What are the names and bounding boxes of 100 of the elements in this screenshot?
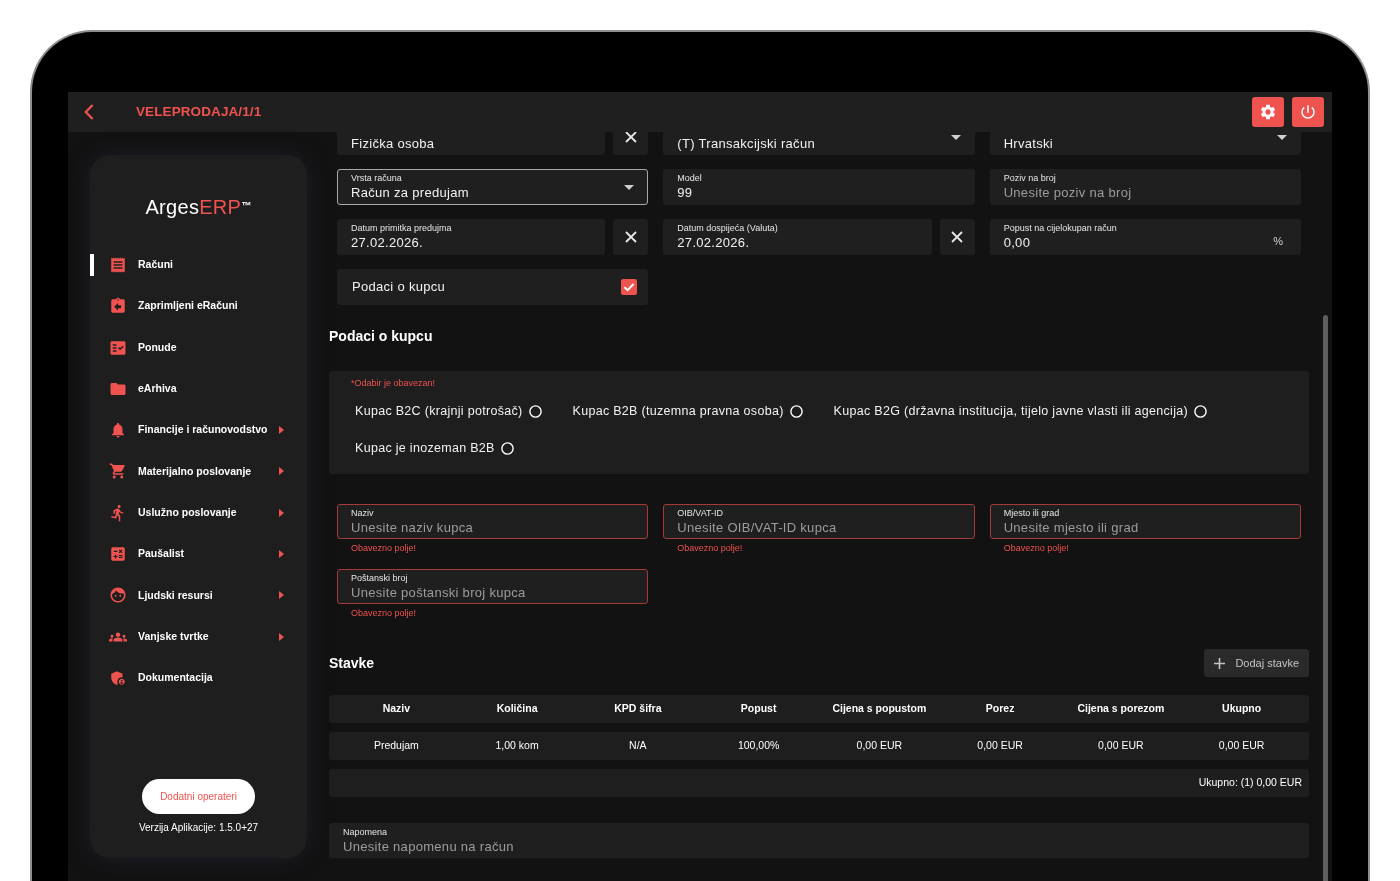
table-cell: N/A: [629, 738, 647, 754]
nav-item[interactable]: Vanjske tvrtke: [90, 625, 307, 648]
nav-item[interactable]: eArhiva: [90, 377, 307, 400]
section-heading: Stavke: [329, 654, 375, 673]
text-field[interactable]: Poziv na broj Unesite poziv na broj: [989, 169, 1301, 205]
field-input[interactable]: 0,00: [1003, 234, 1274, 251]
nav-item[interactable]: Uslužno poslovanje: [90, 501, 307, 524]
text-field[interactable]: Naziv Unesite naziv kupca: [337, 504, 649, 539]
text-field[interactable]: Datum primitka predujma 27.02.2026.: [337, 219, 606, 255]
column-header: Ukupno: [1222, 701, 1262, 717]
column-header: Popust: [740, 701, 777, 717]
table-cell: 100,00%: [737, 738, 780, 754]
field-label: Poziv na broj: [1003, 173, 1056, 184]
nav-item[interactable]: Zaprimljeni eRačuni: [90, 295, 307, 318]
table-row[interactable]: Predujam 1,00 kom N/A 100,00% 0,00 EUR 0,00 EUR 0,00 EUR 0,00 EUR: [329, 732, 1309, 760]
field-label: Datum primitka predujma: [351, 223, 452, 234]
radio-label: Kupac B2C (krajnji potrošač): [355, 402, 523, 420]
field-label: Model: [677, 173, 702, 184]
field-label: Datum dospijeća (Valuta): [677, 223, 778, 234]
nav-item[interactable]: Materijalno poslovanje: [90, 460, 307, 483]
column-header: Cijena s popustom: [832, 701, 927, 717]
field-label: Naziv: [351, 507, 374, 519]
version-text: Verzija Aplikacije: 1.5.0+27: [138, 822, 259, 834]
add-items-button[interactable]: Dodaj stavke: [1204, 649, 1309, 677]
field-input[interactable]: Fizička osoba: [351, 134, 592, 152]
text-field[interactable]: OIB/VAT-ID Unesite OIB/VAT-ID kupca: [663, 504, 975, 539]
dropdown-caret-icon: [624, 184, 635, 190]
radio-label: Kupac B2G (državna institucija, tijelo javne vlasti ili agencija): [833, 402, 1188, 420]
section-heading: Podaci o kupcu: [329, 327, 433, 346]
back-button[interactable]: [84, 104, 94, 120]
error-message: Obavezno polje!: [350, 607, 417, 619]
scrollbar[interactable]: [1323, 315, 1328, 881]
clear-button[interactable]: [613, 219, 649, 255]
table-cell: 0,00 EUR: [977, 738, 1023, 754]
clear-button[interactable]: [939, 219, 975, 255]
cart-icon: [109, 462, 127, 481]
dropdown-field[interactable]: Vrsta računa Račun za predujam: [337, 169, 649, 205]
radio-button[interactable]: [1194, 404, 1207, 418]
app-logo: ArgesERP$^{™}$: [145, 195, 252, 219]
radio-button[interactable]: [500, 441, 514, 455]
dropdown-caret-icon: [950, 134, 961, 140]
table-cell: 0,00 EUR: [856, 738, 903, 754]
field-input[interactable]: 27.02.2026.: [677, 234, 918, 251]
field-input[interactable]: 99: [677, 184, 961, 201]
radio-button[interactable]: [789, 404, 803, 418]
close-icon: [624, 231, 637, 243]
text-field[interactable]: Model 99: [663, 169, 975, 205]
power-icon: [1299, 103, 1317, 121]
radio-label: Kupac je inozeman B2B: [355, 439, 495, 457]
field-input[interactable]: 27.02.2026.: [351, 234, 592, 251]
column-header: Količina: [496, 701, 538, 717]
table-cell: 1,00 kom: [495, 738, 539, 754]
nav-item[interactable]: Paušalist: [90, 543, 307, 566]
note-field[interactable]: Napomena Unesite napomenu na račun: [329, 823, 1309, 858]
nav-item[interactable]: Dokumentacija: [90, 666, 307, 689]
error-message: *Odabir je obavezan!: [351, 377, 436, 389]
field-input[interactable]: Unesite napomenu na račun: [343, 837, 1295, 855]
radio-label: Kupac B2B (tuzemna pravna osoba): [572, 402, 784, 420]
dropdown-field[interactable]: (T) Transakcijski račun: [663, 132, 975, 155]
nav-item[interactable]: Ponude: [90, 336, 307, 359]
column-header: KPD šifra: [614, 701, 662, 717]
power-button[interactable]: [1292, 97, 1324, 127]
text-field[interactable]: Popust na cijelokupan račun 0,00 %: [989, 219, 1301, 255]
nav-item[interactable]: Financije i računovodstvo: [90, 419, 307, 442]
text-field[interactable]: Datum dospijeća (Valuta) 27.02.2026.: [663, 219, 932, 255]
text-field[interactable]: Mjesto ili grad Unesite mjesto ili grad: [989, 504, 1301, 539]
table-cell: 0,00 EUR: [1098, 738, 1144, 754]
nav-item[interactable]: Ljudski resursi: [90, 584, 307, 607]
close-icon: [951, 231, 964, 243]
checkbox-label: Podaci o kupcu: [352, 278, 447, 297]
error-message: Obavezno polje!: [350, 542, 417, 554]
field-input[interactable]: Unesite OIB/VAT-ID kupca: [677, 518, 961, 536]
chevron-left-icon: [84, 104, 94, 120]
field-label: Popust na cijelokupan račun: [1003, 223, 1117, 234]
plus-icon: [1214, 657, 1226, 669]
nav-item[interactable]: Računi: [90, 254, 307, 276]
bell-icon: [109, 421, 127, 440]
column-header: Naziv: [382, 701, 411, 717]
radio-button[interactable]: [528, 404, 542, 418]
field-input[interactable]: Unesite mjesto ili grad: [1003, 518, 1287, 536]
settings-icon: [1259, 103, 1277, 121]
text-field[interactable]: Poštanski broj Unesite poštanski broj kupca: [337, 569, 649, 604]
field-label: OIB/VAT-ID: [677, 507, 723, 519]
field-input[interactable]: Unesite naziv kupca: [351, 518, 635, 536]
checkbox[interactable]: [621, 279, 638, 295]
shield-person-icon: [109, 668, 127, 687]
field-label: Vrsta računa: [351, 173, 402, 184]
settings-button[interactable]: [1252, 97, 1284, 127]
extra-operators-button[interactable]: Dodatni operateri: [142, 779, 255, 814]
field-input[interactable]: Unesite poštanski broj kupca: [351, 583, 635, 601]
dropdown-field[interactable]: Hrvatski: [989, 132, 1301, 155]
field-input[interactable]: Unesite poziv na broj: [1003, 184, 1287, 201]
page-title: VELEPRODAJA/1/1: [136, 102, 262, 121]
table-cell: Predujam: [373, 738, 419, 754]
receipt-icon: [109, 256, 127, 274]
field-label: Mjesto ili grad: [1003, 507, 1060, 519]
field-label: Poštanski broj: [351, 572, 408, 584]
text-field[interactable]: Fizička osoba: [337, 132, 606, 155]
column-header: Cijena s porezom: [1077, 701, 1165, 717]
unit-suffix: %: [1273, 233, 1283, 249]
